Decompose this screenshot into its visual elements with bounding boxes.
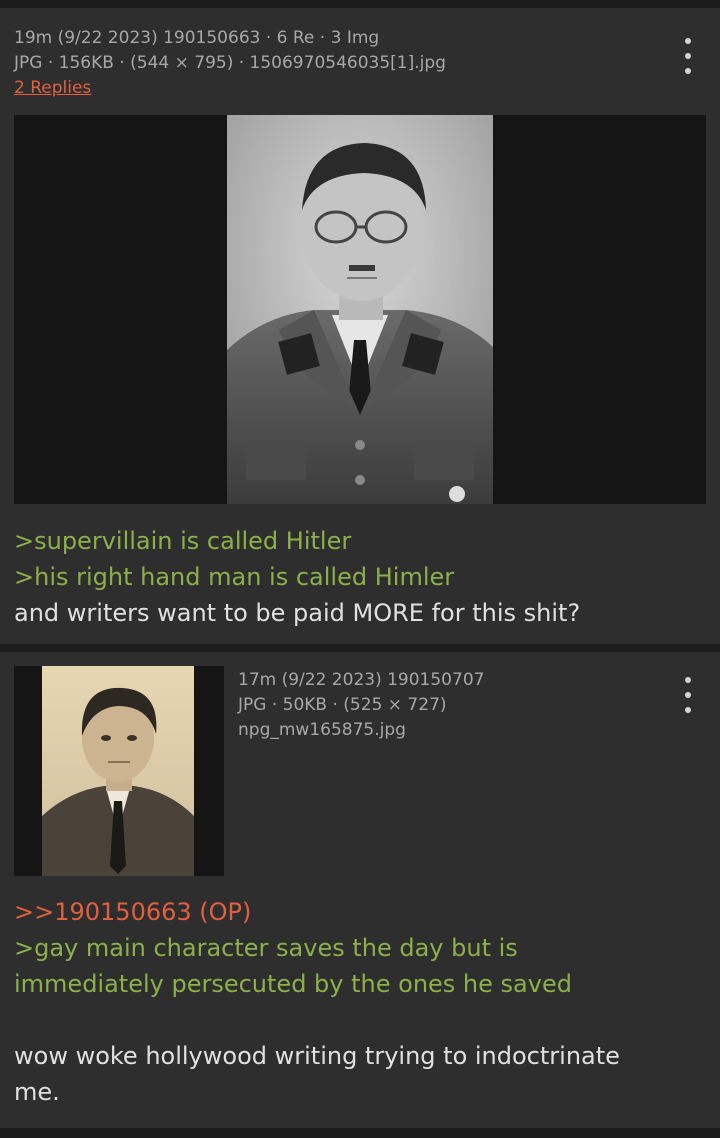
post-2-kebab-menu-icon[interactable] <box>676 677 700 713</box>
post-2: 17m (9/22 2023) 190150707 JPG · 50KB · (… <box>0 652 720 1128</box>
post-1-text-line-3: and writers want to be paid MORE for thi… <box>14 599 581 627</box>
post-1-meta-line1: 19m (9/22 2023) 190150663 · 6 Re · 3 Img <box>14 28 380 48</box>
post-2-text-line-4: me. <box>14 1078 60 1106</box>
post-2-body: >>190150663 (OP) >gay main character sav… <box>14 894 620 1110</box>
post-2-text-line-3: wow woke hollywood writing trying to ind… <box>14 1042 620 1070</box>
post-2-quote-link[interactable]: >>190150663 (OP) <box>14 894 620 930</box>
post-2-meta-line2: JPG · 50KB · (525 × 727) <box>238 695 447 715</box>
post-1-image[interactable] <box>14 115 706 504</box>
post-1-kebab-menu-icon[interactable] <box>676 38 700 74</box>
post-2-blank-line <box>14 1002 620 1038</box>
post-1: 19m (9/22 2023) 190150663 · 6 Re · 3 Img… <box>0 8 720 644</box>
post-2-greentext-line-1: >gay main character saves the day but is <box>14 934 518 962</box>
post-1-meta-line2: JPG · 156KB · (544 × 795) · 150697054603… <box>14 53 446 73</box>
post-1-image-container[interactable] <box>14 115 706 504</box>
post-1-meta: 19m (9/22 2023) 190150663 · 6 Re · 3 Img… <box>14 26 446 101</box>
post-2-meta-line1: 17m (9/22 2023) 190150707 <box>238 670 485 690</box>
post-2-greentext-line-2: immediately persecuted by the ones he sa… <box>14 970 572 998</box>
post-2-meta-line3: npg_mw165875.jpg <box>238 720 406 740</box>
post-1-greentext-line-2: >his right hand man is called Himler <box>14 563 455 591</box>
post-2-image[interactable] <box>14 666 224 876</box>
post-2-meta: 17m (9/22 2023) 190150707 JPG · 50KB · (… <box>238 668 484 743</box>
post-1-body: >supervillain is called Hitler >his righ… <box>14 523 580 631</box>
post-1-replies-link[interactable]: 2 Replies <box>14 78 91 98</box>
post-1-greentext-line-1: >supervillain is called Hitler <box>14 527 352 555</box>
post-2-image-container[interactable] <box>14 666 224 876</box>
